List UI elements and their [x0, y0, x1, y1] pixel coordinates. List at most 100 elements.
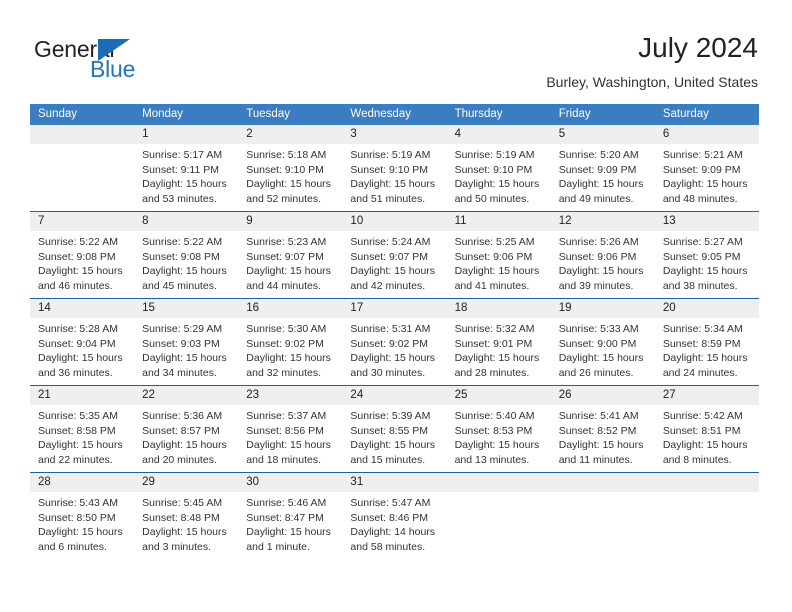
day-detail-line: Sunrise: 5:34 AM: [662, 323, 743, 335]
day-cell-11[interactable]: Sunrise: 5:25 AM Sunset: 9:06 PM Daylight:…: [447, 231, 551, 298]
day-cell-3[interactable]: Sunrise: 5:19 AM Sunset: 9:10 PM Daylight:…: [342, 144, 446, 211]
day-number-30[interactable]: 30: [238, 473, 342, 492]
day-cell-4[interactable]: Sunrise: 5:19 AM Sunset: 9:10 PM Daylight:…: [447, 144, 551, 211]
weekday-header-thursday: Thursday: [454, 108, 503, 120]
day-number-2[interactable]: 2: [238, 125, 342, 144]
day-number-23[interactable]: 23: [238, 386, 342, 405]
day-detail-line: and 1 minute.: [246, 540, 310, 553]
day-number-26[interactable]: 26: [551, 386, 655, 405]
day-number-18[interactable]: 18: [447, 299, 551, 318]
day-cell-15[interactable]: Sunrise: 5:29 AM Sunset: 9:03 PM Daylight:…: [134, 318, 238, 385]
calendar-weeks: 1 2 3 4 5 6 Sunrise: 5:17 AM Sunset: 9:11 PM Day…: [30, 125, 759, 559]
day-cell-25[interactable]: Sunrise: 5:40 AM Sunset: 8:53 PM Daylight:…: [447, 405, 551, 472]
day-cell-22[interactable]: Sunrise: 5:36 AM Sunset: 8:57 PM Daylight:…: [134, 405, 238, 472]
weekday-header-wednesday: Wednesday: [350, 108, 411, 120]
day-number-4[interactable]: 4: [447, 125, 551, 144]
day-number-28[interactable]: 28: [30, 473, 134, 492]
day-number-12[interactable]: 12: [551, 212, 655, 231]
day-detail-line: Daylight: 15 hours: [246, 526, 331, 539]
day-cell-21[interactable]: Sunrise: 5:35 AM Sunset: 8:58 PM Daylight:…: [30, 405, 134, 472]
day-detail-line: and 48 minutes.: [662, 192, 738, 205]
day-cell-empty: [551, 492, 655, 559]
day-number-5[interactable]: 5: [551, 125, 655, 144]
day-number-31[interactable]: 31: [342, 473, 446, 492]
day-detail-line: Sunrise: 5:17 AM: [142, 149, 223, 161]
day-cell-28[interactable]: Sunrise: 5:43 AM Sunset: 8:50 PM Daylight:…: [30, 492, 134, 559]
day-cell-empty: [30, 144, 134, 211]
day-cell-10[interactable]: Sunrise: 5:24 AM Sunset: 9:07 PM Daylight:…: [342, 231, 446, 298]
day-number-19[interactable]: 19: [551, 299, 655, 318]
day-cell-18[interactable]: Sunrise: 5:32 AM Sunset: 9:01 PM Daylight:…: [447, 318, 551, 385]
day-detail-line: Sunset: 8:48 PM: [142, 511, 220, 524]
day-cell-14[interactable]: Sunrise: 5:28 AM Sunset: 9:04 PM Daylight:…: [30, 318, 134, 385]
day-cell-30[interactable]: Sunrise: 5:46 AM Sunset: 8:47 PM Daylight:…: [238, 492, 342, 559]
calendar-week-row: 1 2 3 4 5 6 Sunrise: 5:17 AM Sunset: 9:11 PM Day…: [30, 125, 759, 211]
day-number-29[interactable]: 29: [134, 473, 238, 492]
day-cell-27[interactable]: Sunrise: 5:42 AM Sunset: 8:51 PM Daylight:…: [655, 405, 759, 472]
day-number-25[interactable]: 25: [447, 386, 551, 405]
day-detail-line: Sunset: 9:01 PM: [454, 337, 533, 350]
day-cell-19[interactable]: Sunrise: 5:33 AM Sunset: 9:00 PM Daylight:…: [551, 318, 655, 385]
day-number-13[interactable]: 13: [655, 212, 759, 231]
day-cell-6[interactable]: Sunrise: 5:21 AM Sunset: 9:09 PM Daylight:…: [655, 144, 759, 211]
day-number-10[interactable]: 10: [342, 212, 446, 231]
day-number-24[interactable]: 24: [342, 386, 446, 405]
day-number-16[interactable]: 16: [238, 299, 342, 318]
day-number-1[interactable]: 1: [134, 125, 238, 144]
day-cell-29[interactable]: Sunrise: 5:45 AM Sunset: 8:48 PM Daylight:…: [134, 492, 238, 559]
day-cell-5[interactable]: Sunrise: 5:20 AM Sunset: 9:09 PM Daylight:…: [551, 144, 655, 211]
day-number-3[interactable]: 3: [342, 125, 446, 144]
day-detail-line: and 58 minutes.: [350, 540, 426, 553]
day-cell-17[interactable]: Sunrise: 5:31 AM Sunset: 9:02 PM Daylight:…: [342, 318, 446, 385]
day-number-11[interactable]: 11: [447, 212, 551, 231]
day-detail-line: Sunrise: 5:28 AM: [38, 323, 118, 335]
day-cell-24[interactable]: Sunrise: 5:39 AM Sunset: 8:55 PM Daylight:…: [342, 405, 446, 472]
day-number-9[interactable]: 9: [238, 212, 342, 231]
day-cell-7[interactable]: Sunrise: 5:22 AM Sunset: 9:08 PM Daylight:…: [30, 231, 134, 298]
general-blue-logo: General Blue: [34, 36, 214, 84]
day-number-empty: [551, 473, 655, 492]
day-number-21[interactable]: 21: [30, 386, 134, 405]
day-detail-line: Daylight: 15 hours: [558, 265, 644, 278]
day-number-17[interactable]: 17: [342, 299, 446, 318]
day-cell-31[interactable]: Sunrise: 5:47 AM Sunset: 8:46 PM Daylight:…: [342, 492, 446, 559]
day-cell-2[interactable]: Sunrise: 5:18 AM Sunset: 9:10 PM Daylight:…: [238, 144, 342, 211]
day-number-20[interactable]: 20: [655, 299, 759, 318]
day-cell-1[interactable]: Sunrise: 5:17 AM Sunset: 9:11 PM Daylight:…: [134, 144, 238, 211]
day-detail-line: Daylight: 15 hours: [662, 439, 748, 452]
day-cell-9[interactable]: Sunrise: 5:23 AM Sunset: 9:07 PM Daylight:…: [238, 231, 342, 298]
day-detail-line: Sunrise: 5:31 AM: [350, 323, 431, 335]
day-cell-23[interactable]: Sunrise: 5:37 AM Sunset: 8:56 PM Daylight:…: [238, 405, 342, 472]
week-detail-band: Sunrise: 5:28 AM Sunset: 9:04 PM Daylight:…: [30, 318, 759, 385]
day-number-6[interactable]: 6: [655, 125, 759, 144]
week-detail-band: Sunrise: 5:43 AM Sunset: 8:50 PM Daylight:…: [30, 492, 759, 559]
day-detail-line: and 51 minutes.: [350, 192, 426, 205]
day-detail-line: Daylight: 15 hours: [246, 178, 331, 191]
day-detail-line: and 42 minutes.: [350, 279, 426, 292]
day-detail-line: Sunrise: 5:22 AM: [38, 236, 118, 248]
day-detail-line: Sunset: 8:56 PM: [246, 424, 324, 437]
day-detail-line: and 52 minutes.: [246, 192, 321, 205]
day-number-7[interactable]: 7: [30, 212, 134, 231]
day-detail-line: Sunset: 9:02 PM: [246, 337, 324, 350]
day-detail-line: Sunset: 8:58 PM: [38, 424, 116, 437]
day-cell-13[interactable]: Sunrise: 5:27 AM Sunset: 9:05 PM Daylight:…: [655, 231, 759, 298]
day-cell-20[interactable]: Sunrise: 5:34 AM Sunset: 8:59 PM Daylight:…: [655, 318, 759, 385]
day-detail-line: Sunset: 9:09 PM: [662, 163, 741, 176]
day-number-22[interactable]: 22: [134, 386, 238, 405]
day-detail-line: Daylight: 15 hours: [38, 439, 123, 452]
day-cell-26[interactable]: Sunrise: 5:41 AM Sunset: 8:52 PM Daylight:…: [551, 405, 655, 472]
day-number-8[interactable]: 8: [134, 212, 238, 231]
day-cell-16[interactable]: Sunrise: 5:30 AM Sunset: 9:02 PM Daylight:…: [238, 318, 342, 385]
day-detail-line: Sunset: 9:07 PM: [246, 250, 324, 263]
day-cell-8[interactable]: Sunrise: 5:22 AM Sunset: 9:08 PM Daylight:…: [134, 231, 238, 298]
day-detail-line: Daylight: 15 hours: [142, 352, 227, 365]
day-number-27[interactable]: 27: [655, 386, 759, 405]
weekday-header-friday: Friday: [558, 108, 591, 120]
day-detail-line: Sunset: 9:08 PM: [38, 250, 116, 263]
week-daynumber-band: 7 8 9 10 11 12 13: [30, 212, 759, 231]
day-cell-12[interactable]: Sunrise: 5:26 AM Sunset: 9:06 PM Daylight:…: [551, 231, 655, 298]
day-number-15[interactable]: 15: [134, 299, 238, 318]
day-detail-line: and 6 minutes.: [38, 540, 107, 553]
day-number-14[interactable]: 14: [30, 299, 134, 318]
